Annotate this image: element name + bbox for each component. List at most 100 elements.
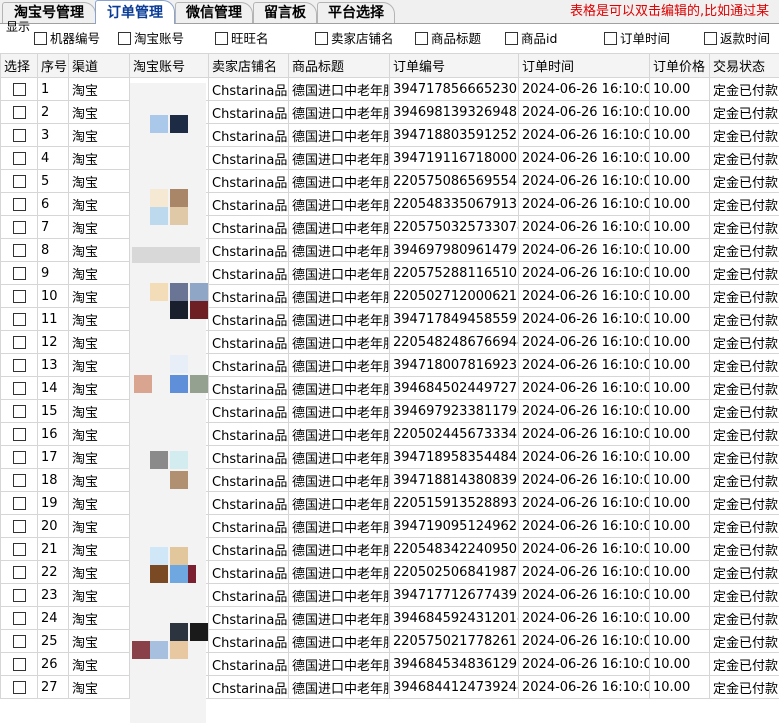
cell-order-id[interactable]: 39469798096147923 — [389, 238, 519, 262]
table-row[interactable]: 20淘宝tl 31Chstarina品牌德国进口中老年服394719095124… — [0, 514, 779, 538]
col-header-price[interactable]: 订单价格 — [649, 53, 710, 78]
cell-select[interactable] — [0, 514, 38, 538]
cell-select[interactable] — [0, 606, 38, 630]
row-checkbox[interactable] — [12, 197, 26, 211]
col-header-account[interactable]: 淘宝账号 — [129, 53, 209, 78]
cell-channel[interactable]: 淘宝 — [68, 238, 130, 262]
cell-order-time[interactable]: 2024-06-26 16:10:06 — [518, 353, 650, 377]
cell-status[interactable]: 定金已付款 — [709, 376, 779, 400]
cell-price[interactable]: 10.00 — [649, 422, 710, 446]
cell-title[interactable]: 德国进口中老年服 — [288, 77, 390, 101]
cell-shop[interactable]: Chstarina品牌 — [208, 215, 289, 239]
cell-index[interactable]: 19 — [37, 491, 69, 515]
table-row[interactable]: 6淘宝t 07Chstarina品牌德国进口中老年服22054833506791… — [0, 192, 779, 216]
cell-price[interactable]: 10.00 — [649, 491, 710, 515]
row-checkbox[interactable] — [12, 243, 26, 257]
cell-select[interactable] — [0, 675, 38, 699]
cell-select[interactable] — [0, 491, 38, 515]
cell-price[interactable]: 10.00 — [649, 583, 710, 607]
cell-select[interactable] — [0, 307, 38, 331]
row-checkbox[interactable] — [12, 634, 26, 648]
cell-order-time[interactable]: 2024-06-26 16:10:06 — [518, 307, 650, 331]
row-checkbox[interactable] — [12, 404, 26, 418]
cell-order-time[interactable]: 2024-06-26 16:10:06 — [518, 146, 650, 170]
row-checkbox[interactable] — [12, 381, 26, 395]
cell-index[interactable]: 5 — [37, 169, 69, 193]
cell-price[interactable]: 10.00 — [649, 146, 710, 170]
cell-order-time[interactable]: 2024-06-26 16:10:06 — [518, 491, 650, 515]
row-checkbox[interactable] — [12, 335, 26, 349]
cell-status[interactable]: 定金已付款 — [709, 514, 779, 538]
cell-title[interactable]: 德国进口中老年服 — [288, 330, 390, 354]
cell-price[interactable]: 10.00 — [649, 330, 710, 354]
cell-order-time[interactable]: 2024-06-26 16:10:06 — [518, 629, 650, 653]
option-taobao-account[interactable]: 淘宝账号 — [118, 31, 184, 47]
cell-title[interactable]: 德国进口中老年服 — [288, 192, 390, 216]
cell-channel[interactable]: 淘宝 — [68, 192, 130, 216]
cell-order-id[interactable]: 39469813932694837 — [389, 100, 519, 124]
cell-order-time[interactable]: 2024-06-26 16:10:06 — [518, 583, 650, 607]
cell-shop[interactable]: Chstarina品牌 — [208, 491, 289, 515]
cell-channel[interactable]: 淘宝 — [68, 583, 130, 607]
cell-title[interactable]: 德国进口中老年服 — [288, 445, 390, 469]
table-row[interactable]: 4淘宝i 九Chstarina品牌德国进口中老年服394719116718000… — [0, 146, 779, 170]
cell-channel[interactable]: 淘宝 — [68, 307, 130, 331]
cell-price[interactable]: 10.00 — [649, 353, 710, 377]
cell-channel[interactable]: 淘宝 — [68, 169, 130, 193]
cell-status[interactable]: 定金已付款 — [709, 215, 779, 239]
cell-order-time[interactable]: 2024-06-26 16:10:06 — [518, 261, 650, 285]
cell-shop[interactable]: Chstarina品牌 — [208, 261, 289, 285]
cell-status[interactable]: 定金已付款 — [709, 353, 779, 377]
row-checkbox[interactable] — [12, 657, 26, 671]
cell-index[interactable]: 18 — [37, 468, 69, 492]
checkbox[interactable] — [704, 32, 717, 45]
cell-select[interactable] — [0, 146, 38, 170]
cell-shop[interactable]: Chstarina品牌 — [208, 169, 289, 193]
cell-channel[interactable]: 淘宝 — [68, 514, 130, 538]
col-header-status[interactable]: 交易状态 — [709, 53, 779, 78]
cell-order-id[interactable]: 39471911671800081 — [389, 146, 519, 170]
cell-shop[interactable]: Chstarina品牌 — [208, 560, 289, 584]
cell-shop[interactable]: Chstarina品牌 — [208, 238, 289, 262]
cell-channel[interactable]: 淘宝 — [68, 330, 130, 354]
row-checkbox[interactable] — [12, 427, 26, 441]
checkbox[interactable] — [415, 32, 428, 45]
cell-channel[interactable]: 淘宝 — [68, 146, 130, 170]
cell-status[interactable]: 定金已付款 — [709, 491, 779, 515]
cell-order-id[interactable]: 39471784945855906 — [389, 307, 519, 331]
cell-select[interactable] — [0, 261, 38, 285]
cell-order-time[interactable]: 2024-06-26 16:10:06 — [518, 606, 650, 630]
cell-shop[interactable]: Chstarina品牌 — [208, 353, 289, 377]
cell-shop[interactable]: Chstarina品牌 — [208, 445, 289, 469]
cell-title[interactable]: 德国进口中老年服 — [288, 100, 390, 124]
cell-title[interactable]: 德国进口中老年服 — [288, 422, 390, 446]
cell-channel[interactable]: 淘宝 — [68, 675, 130, 699]
cell-status[interactable]: 定金已付款 — [709, 77, 779, 101]
row-checkbox[interactable] — [12, 105, 26, 119]
cell-status[interactable]: 定金已付款 — [709, 537, 779, 561]
cell-order-id[interactable]: 22054833506791383 — [389, 192, 519, 216]
cell-status[interactable]: 定金已付款 — [709, 468, 779, 492]
cell-title[interactable]: 德国进口中老年服 — [288, 238, 390, 262]
cell-select[interactable] — [0, 652, 38, 676]
table-row[interactable]: 18淘宝t 36Chstarina品牌德国进口中老年服3947188143808… — [0, 468, 779, 492]
cell-index[interactable]: 4 — [37, 146, 69, 170]
cell-price[interactable]: 10.00 — [649, 192, 710, 216]
table-row[interactable]: 3淘宝v 59Chstarina品牌德国进口中老年服39471880359125… — [0, 123, 779, 147]
cell-price[interactable]: 10.00 — [649, 100, 710, 124]
cell-channel[interactable]: 淘宝 — [68, 445, 130, 469]
table-row[interactable]: 13淘宝tChstarina品牌德国进口中老年服3947180078169235… — [0, 353, 779, 377]
tab-platform-select[interactable]: 平台选择 — [317, 2, 395, 23]
cell-price[interactable]: 10.00 — [649, 606, 710, 630]
cell-title[interactable]: 德国进口中老年服 — [288, 468, 390, 492]
cell-status[interactable]: 定金已付款 — [709, 330, 779, 354]
cell-price[interactable]: 10.00 — [649, 77, 710, 101]
cell-title[interactable]: 德国进口中老年服 — [288, 376, 390, 400]
cell-price[interactable]: 10.00 — [649, 284, 710, 308]
cell-order-time[interactable]: 2024-06-26 16:10:06 — [518, 100, 650, 124]
cell-channel[interactable]: 淘宝 — [68, 261, 130, 285]
cell-title[interactable]: 德国进口中老年服 — [288, 353, 390, 377]
cell-index[interactable]: 13 — [37, 353, 69, 377]
cell-order-id[interactable]: 22050244567333480 — [389, 422, 519, 446]
cell-price[interactable]: 10.00 — [649, 468, 710, 492]
